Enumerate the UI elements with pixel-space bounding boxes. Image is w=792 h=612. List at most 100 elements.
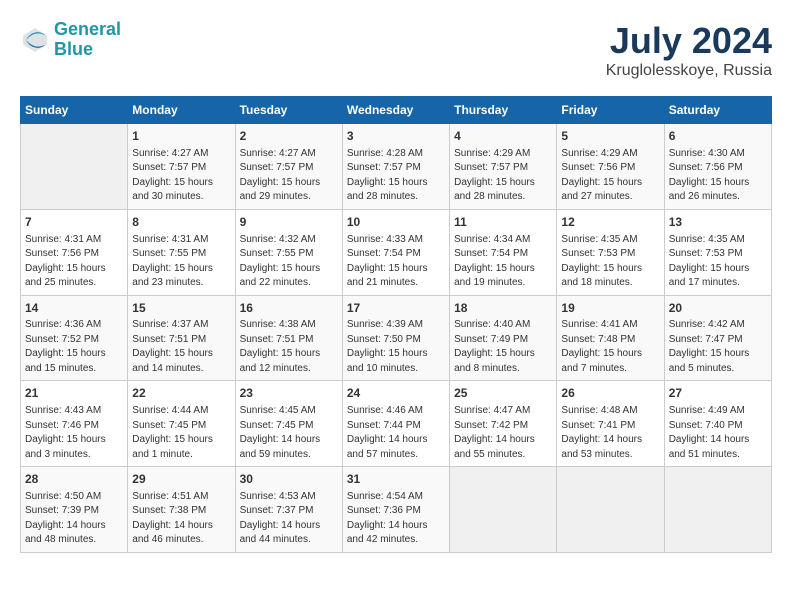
day-info: Sunrise: 4:31 AM Sunset: 7:56 PM Dayligh…: [25, 233, 123, 291]
column-header-monday: Monday: [128, 97, 235, 124]
day-info: Sunrise: 4:29 AM Sunset: 7:57 PM Dayligh…: [454, 147, 552, 205]
column-header-tuesday: Tuesday: [235, 97, 342, 124]
calendar-cell: [664, 467, 771, 553]
calendar-cell: 19Sunrise: 4:41 AM Sunset: 7:48 PM Dayli…: [557, 295, 664, 381]
column-header-saturday: Saturday: [664, 97, 771, 124]
day-info: Sunrise: 4:46 AM Sunset: 7:44 PM Dayligh…: [347, 404, 445, 462]
location-subtitle: Kruglolesskoye, Russia: [606, 62, 772, 80]
day-number: 10: [347, 214, 445, 231]
logo-text: General Blue: [54, 20, 121, 60]
day-info: Sunrise: 4:42 AM Sunset: 7:47 PM Dayligh…: [669, 318, 767, 376]
calendar-cell: 22Sunrise: 4:44 AM Sunset: 7:45 PM Dayli…: [128, 381, 235, 467]
day-number: 18: [454, 300, 552, 317]
day-number: 8: [132, 214, 230, 231]
calendar-cell: 21 Sunrise: 4:43 AM Sunset: 7:46 PM Dayli…: [21, 381, 128, 467]
day-info: Sunrise: 4:31 AM Sunset: 7:55 PM Dayligh…: [132, 233, 230, 291]
day-number: 12: [561, 214, 659, 231]
day-info: Sunrise: 4:48 AM Sunset: 7:41 PM Dayligh…: [561, 404, 659, 462]
day-info: Sunrise: 4:28 AM Sunset: 7:57 PM Dayligh…: [347, 147, 445, 205]
day-info: Sunrise: 4:33 AM Sunset: 7:54 PM Dayligh…: [347, 233, 445, 291]
column-header-thursday: Thursday: [450, 97, 557, 124]
day-info: Sunrise: 4:30 AM Sunset: 7:56 PM Dayligh…: [669, 147, 767, 205]
calendar-cell: 11Sunrise: 4:34 AM Sunset: 7:54 PM Dayli…: [450, 209, 557, 295]
day-info: Sunrise: 4:54 AM Sunset: 7:36 PM Dayligh…: [347, 490, 445, 548]
day-info: Sunrise: 4:45 AM Sunset: 7:45 PM Dayligh…: [240, 404, 338, 462]
calendar-cell: 28Sunrise: 4:50 AM Sunset: 7:39 PM Dayli…: [21, 467, 128, 553]
day-info: Sunrise: 4:29 AM Sunset: 7:56 PM Dayligh…: [561, 147, 659, 205]
calendar-cell: 12 Sunrise: 4:35 AM Sunset: 7:53 PM Dayli…: [557, 209, 664, 295]
calendar-cell: 14Sunrise: 4:36 AM Sunset: 7:52 PM Dayli…: [21, 295, 128, 381]
day-number: 20: [669, 300, 767, 317]
day-info: Sunrise: 4:27 AM Sunset: 7:57 PM Dayligh…: [132, 147, 230, 205]
day-info: Sunrise: 4:43 AM Sunset: 7:46 PM Dayligh…: [25, 404, 123, 462]
day-number: 17: [347, 300, 445, 317]
calendar-body: 1 Sunrise: 4:27 AM Sunset: 7:57 PM Daylig…: [21, 124, 772, 553]
calendar-cell: 6Sunrise: 4:30 AM Sunset: 7:56 PM Daylig…: [664, 124, 771, 210]
calendar-cell: 3 Sunrise: 4:28 AM Sunset: 7:57 PM Daylig…: [342, 124, 449, 210]
day-info: Sunrise: 4:40 AM Sunset: 7:49 PM Dayligh…: [454, 318, 552, 376]
title-block: July 2024 Kruglolesskoye, Russia: [606, 20, 772, 80]
calendar-cell: 17Sunrise: 4:39 AM Sunset: 7:50 PM Dayli…: [342, 295, 449, 381]
column-header-wednesday: Wednesday: [342, 97, 449, 124]
calendar-cell: 7 Sunrise: 4:31 AM Sunset: 7:56 PM Daylig…: [21, 209, 128, 295]
calendar-week-2: 7 Sunrise: 4:31 AM Sunset: 7:56 PM Daylig…: [21, 209, 772, 295]
calendar-cell: 5Sunrise: 4:29 AM Sunset: 7:56 PM Daylig…: [557, 124, 664, 210]
day-number: 22: [132, 385, 230, 402]
calendar-cell: 18Sunrise: 4:40 AM Sunset: 7:49 PM Dayli…: [450, 295, 557, 381]
day-number: 23: [240, 385, 338, 402]
day-info: Sunrise: 4:35 AM Sunset: 7:53 PM Dayligh…: [561, 233, 659, 291]
day-info: Sunrise: 4:38 AM Sunset: 7:51 PM Dayligh…: [240, 318, 338, 376]
day-info: Sunrise: 4:37 AM Sunset: 7:51 PM Dayligh…: [132, 318, 230, 376]
day-info: Sunrise: 4:51 AM Sunset: 7:38 PM Dayligh…: [132, 490, 230, 548]
column-header-friday: Friday: [557, 97, 664, 124]
day-number: 26: [561, 385, 659, 402]
calendar-cell: 10 Sunrise: 4:33 AM Sunset: 7:54 PM Dayli…: [342, 209, 449, 295]
day-number: 27: [669, 385, 767, 402]
day-info: Sunrise: 4:39 AM Sunset: 7:50 PM Dayligh…: [347, 318, 445, 376]
page-header: General Blue July 2024 Kruglolesskoye, R…: [20, 20, 772, 80]
day-number: 2: [240, 128, 338, 145]
calendar-cell: 20Sunrise: 4:42 AM Sunset: 7:47 PM Dayli…: [664, 295, 771, 381]
day-number: 29: [132, 471, 230, 488]
day-number: 14: [25, 300, 123, 317]
day-info: Sunrise: 4:47 AM Sunset: 7:42 PM Dayligh…: [454, 404, 552, 462]
calendar-cell: [557, 467, 664, 553]
calendar-cell: 4 Sunrise: 4:29 AM Sunset: 7:57 PM Daylig…: [450, 124, 557, 210]
day-number: 21: [25, 385, 123, 402]
calendar-cell: 2 Sunrise: 4:27 AM Sunset: 7:57 PM Daylig…: [235, 124, 342, 210]
calendar-week-3: 14Sunrise: 4:36 AM Sunset: 7:52 PM Dayli…: [21, 295, 772, 381]
calendar-cell: 27Sunrise: 4:49 AM Sunset: 7:40 PM Dayli…: [664, 381, 771, 467]
calendar-week-4: 21 Sunrise: 4:43 AM Sunset: 7:46 PM Dayli…: [21, 381, 772, 467]
calendar-table: SundayMondayTuesdayWednesdayThursdayFrid…: [20, 96, 772, 553]
day-info: Sunrise: 4:32 AM Sunset: 7:55 PM Dayligh…: [240, 233, 338, 291]
day-number: 7: [25, 214, 123, 231]
logo-icon: [20, 25, 50, 55]
day-number: 15: [132, 300, 230, 317]
month-year-title: July 2024: [606, 20, 772, 62]
calendar-cell: 26 Sunrise: 4:48 AM Sunset: 7:41 PM Dayli…: [557, 381, 664, 467]
day-number: 1: [132, 128, 230, 145]
calendar-cell: [450, 467, 557, 553]
day-number: 31: [347, 471, 445, 488]
logo: General Blue: [20, 20, 121, 60]
day-number: 25: [454, 385, 552, 402]
calendar-cell: 1 Sunrise: 4:27 AM Sunset: 7:57 PM Daylig…: [128, 124, 235, 210]
day-number: 9: [240, 214, 338, 231]
calendar-cell: 16Sunrise: 4:38 AM Sunset: 7:51 PM Dayli…: [235, 295, 342, 381]
calendar-cell: 9 Sunrise: 4:32 AM Sunset: 7:55 PM Daylig…: [235, 209, 342, 295]
calendar-cell: 8 Sunrise: 4:31 AM Sunset: 7:55 PM Daylig…: [128, 209, 235, 295]
day-info: Sunrise: 4:35 AM Sunset: 7:53 PM Dayligh…: [669, 233, 767, 291]
calendar-week-1: 1 Sunrise: 4:27 AM Sunset: 7:57 PM Daylig…: [21, 124, 772, 210]
calendar-cell: 31 Sunrise: 4:54 AM Sunset: 7:36 PM Dayli…: [342, 467, 449, 553]
calendar-cell: 15Sunrise: 4:37 AM Sunset: 7:51 PM Dayli…: [128, 295, 235, 381]
day-number: 13: [669, 214, 767, 231]
calendar-week-5: 28Sunrise: 4:50 AM Sunset: 7:39 PM Dayli…: [21, 467, 772, 553]
day-number: 3: [347, 128, 445, 145]
calendar-cell: 30Sunrise: 4:53 AM Sunset: 7:37 PM Dayli…: [235, 467, 342, 553]
calendar-cell: 23 Sunrise: 4:45 AM Sunset: 7:45 PM Dayli…: [235, 381, 342, 467]
day-number: 4: [454, 128, 552, 145]
day-info: Sunrise: 4:53 AM Sunset: 7:37 PM Dayligh…: [240, 490, 338, 548]
column-header-sunday: Sunday: [21, 97, 128, 124]
day-info: Sunrise: 4:50 AM Sunset: 7:39 PM Dayligh…: [25, 490, 123, 548]
day-info: Sunrise: 4:27 AM Sunset: 7:57 PM Dayligh…: [240, 147, 338, 205]
